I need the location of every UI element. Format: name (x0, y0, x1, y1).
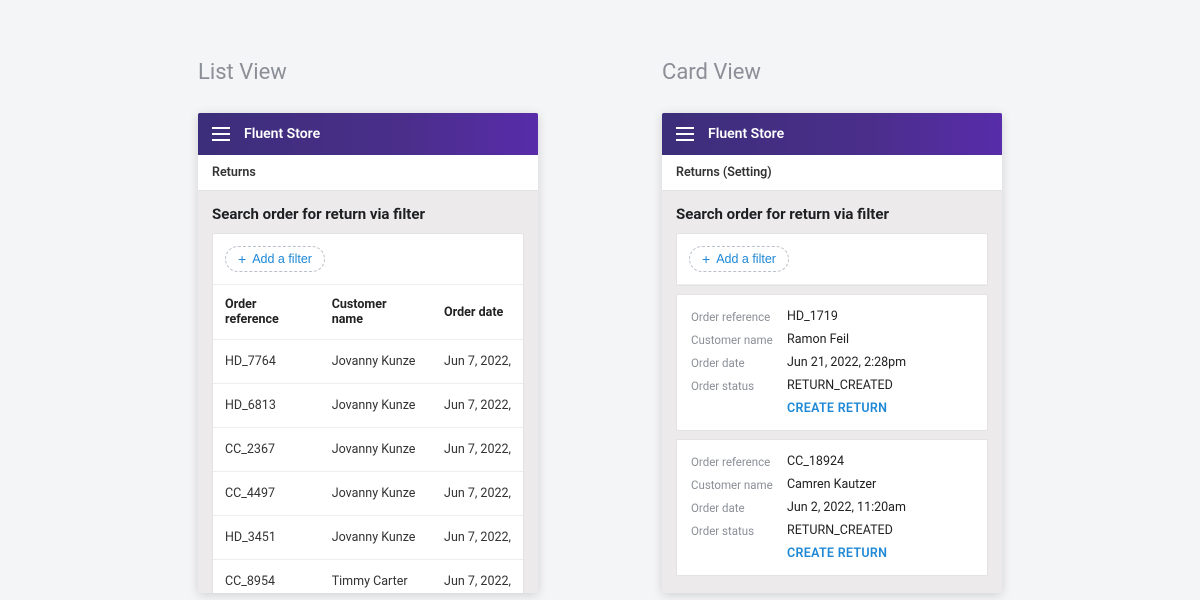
col-customer[interactable]: Customer name (320, 285, 432, 340)
card-label-ref: Order reference (691, 310, 787, 324)
filter-bar: + Add a filter (213, 234, 523, 285)
menu-icon[interactable] (676, 127, 694, 141)
section-title: Search order for return via filter (662, 191, 1002, 233)
card-label-name: Customer name (691, 478, 787, 492)
card-value-name: Camren Kautzer (787, 477, 876, 492)
table-row[interactable]: CC_8954 Timmy Carter Jun 7, 2022, (213, 560, 523, 594)
table-row[interactable]: CC_4497 Jovanny Kunze Jun 7, 2022, (213, 472, 523, 516)
col-order-date[interactable]: Order date (432, 285, 523, 340)
add-filter-label: Add a filter (716, 252, 776, 266)
cell-name: Jovanny Kunze (320, 384, 432, 428)
card-label-status: Order status (691, 379, 787, 393)
card-list: Order reference HD_1719 Customer name Ra… (662, 294, 1002, 576)
plus-icon: + (702, 252, 710, 266)
filter-bar: + Add a filter (677, 234, 987, 285)
card-value-status: RETURN_CREATED (787, 378, 893, 393)
list-view-column: List View Fluent Store Returns Search or… (198, 60, 538, 593)
table-row[interactable]: HD_7764 Jovanny Kunze Jun 7, 2022, (213, 340, 523, 384)
add-filter-button[interactable]: + Add a filter (225, 246, 325, 272)
col-order-ref[interactable]: Order reference (213, 285, 320, 340)
cell-date: Jun 7, 2022, (432, 428, 523, 472)
card-device-frame: Fluent Store Returns (Setting) Search or… (662, 113, 1002, 593)
table-row[interactable]: HD_3451 Jovanny Kunze Jun 7, 2022, (213, 516, 523, 560)
card-value-date: Jun 2, 2022, 11:20am (787, 500, 906, 515)
section-title: Search order for return via filter (198, 191, 538, 233)
card-label-ref: Order reference (691, 455, 787, 469)
cell-ref: CC_4497 (213, 472, 320, 516)
table-row[interactable]: HD_6813 Jovanny Kunze Jun 7, 2022, (213, 384, 523, 428)
list-view-title: List View (198, 60, 538, 85)
app-bar: Fluent Store (662, 113, 1002, 155)
cell-ref: CC_2367 (213, 428, 320, 472)
card-value-ref: HD_1719 (787, 309, 838, 324)
cell-date: Jun 7, 2022, (432, 472, 523, 516)
cell-ref: HD_3451 (213, 516, 320, 560)
add-filter-label: Add a filter (252, 252, 312, 266)
cell-name: Timmy Carter (320, 560, 432, 594)
cell-date: Jun 7, 2022, (432, 560, 523, 594)
order-card[interactable]: Order reference HD_1719 Customer name Ra… (676, 294, 988, 431)
list-panel: + Add a filter Order reference Customer … (212, 233, 524, 593)
card-label-status: Order status (691, 524, 787, 538)
card-value-ref: CC_18924 (787, 454, 844, 469)
card-filter-panel: + Add a filter (676, 233, 988, 286)
orders-table: Order reference Customer name Order date… (213, 285, 523, 593)
app-bar: Fluent Store (198, 113, 538, 155)
card-label-date: Order date (691, 501, 787, 515)
card-label-date: Order date (691, 356, 787, 370)
cell-name: Jovanny Kunze (320, 428, 432, 472)
sub-bar-title: Returns (Setting) (676, 165, 772, 180)
order-card[interactable]: Order reference CC_18924 Customer name C… (676, 439, 988, 576)
cell-ref: CC_8954 (213, 560, 320, 594)
app-title: Fluent Store (244, 126, 320, 142)
cell-ref: HD_6813 (213, 384, 320, 428)
sub-bar: Returns (198, 155, 538, 191)
card-view-title: Card View (662, 60, 1002, 85)
app-title: Fluent Store (708, 126, 784, 142)
add-filter-button[interactable]: + Add a filter (689, 246, 789, 272)
card-label-name: Customer name (691, 333, 787, 347)
card-value-name: Ramon Feil (787, 332, 849, 347)
cell-date: Jun 7, 2022, (432, 384, 523, 428)
card-view-column: Card View Fluent Store Returns (Setting)… (662, 60, 1002, 593)
plus-icon: + (238, 252, 246, 266)
list-device-frame: Fluent Store Returns Search order for re… (198, 113, 538, 593)
cell-name: Jovanny Kunze (320, 340, 432, 384)
cell-ref: HD_7764 (213, 340, 320, 384)
cell-name: Jovanny Kunze (320, 472, 432, 516)
card-value-status: RETURN_CREATED (787, 523, 893, 538)
cell-date: Jun 7, 2022, (432, 340, 523, 384)
cell-name: Jovanny Kunze (320, 516, 432, 560)
card-value-date: Jun 21, 2022, 2:28pm (787, 355, 906, 370)
sub-bar-title: Returns (212, 165, 256, 180)
menu-icon[interactable] (212, 127, 230, 141)
create-return-button[interactable]: CREATE RETURN (787, 401, 887, 416)
create-return-button[interactable]: CREATE RETURN (787, 546, 887, 561)
table-row[interactable]: CC_2367 Jovanny Kunze Jun 7, 2022, (213, 428, 523, 472)
cell-date: Jun 7, 2022, (432, 516, 523, 560)
sub-bar: Returns (Setting) (662, 155, 1002, 191)
